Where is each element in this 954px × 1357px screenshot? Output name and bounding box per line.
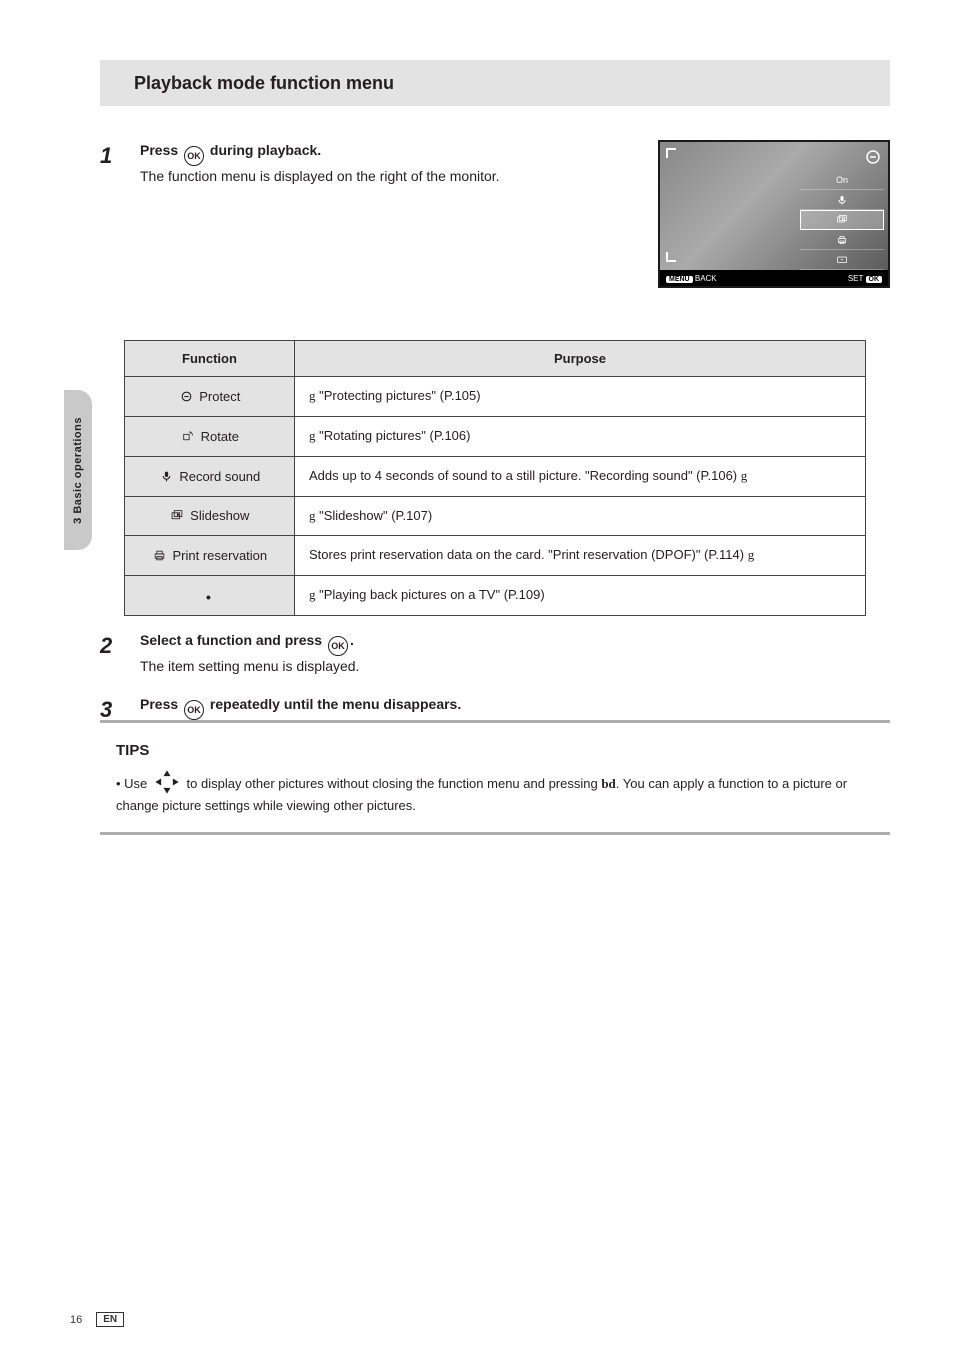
table-row: Protect g "Protecting pictures" (P.105) bbox=[125, 377, 866, 417]
table-header-row: Function Purpose bbox=[125, 341, 866, 377]
lang-badge: EN bbox=[96, 1312, 124, 1327]
screenshot-protect-top-icon bbox=[864, 148, 882, 166]
row-rotate-label: Rotate bbox=[125, 416, 295, 456]
screenshot-item-tv bbox=[800, 250, 884, 270]
ok-icon: OK bbox=[328, 636, 348, 656]
step-text: Press OK during playback. The function m… bbox=[140, 140, 620, 186]
page-footer: 16 EN bbox=[70, 1312, 124, 1327]
tv-icon: • bbox=[201, 589, 216, 602]
screenshot-item-protect: On bbox=[800, 170, 884, 190]
page-number: 16 bbox=[70, 1314, 82, 1326]
tips-title: TIPS bbox=[116, 739, 874, 762]
rotate-icon bbox=[180, 430, 195, 443]
screenshot-item-print bbox=[800, 230, 884, 250]
protect-icon bbox=[179, 390, 194, 403]
section-tab: 3 Basic operations bbox=[64, 390, 92, 550]
row-record-desc: Adds up to 4 seconds of sound to a still… bbox=[295, 456, 866, 496]
row-print-desc: Stores print reservation data on the car… bbox=[295, 536, 866, 576]
table-row: • g "Playing back pictures on a TV" (P.1… bbox=[125, 576, 866, 616]
row-tv-desc: g "Playing back pictures on a TV" (P.109… bbox=[295, 576, 866, 616]
table-row: Slideshow g "Slideshow" (P.107) bbox=[125, 496, 866, 536]
row-record-label: Record sound bbox=[125, 456, 295, 496]
row-protect-label: Protect bbox=[125, 377, 295, 417]
arrow-pad-icon bbox=[153, 768, 181, 796]
slideshow-icon bbox=[170, 509, 185, 522]
microphone-icon bbox=[159, 470, 174, 483]
section-title-band: Playback mode function menu bbox=[100, 60, 890, 106]
row-slideshow-desc: g "Slideshow" (P.107) bbox=[295, 496, 866, 536]
ok-icon: OK bbox=[184, 146, 204, 166]
step-text: Select a function and press OK. The item… bbox=[140, 630, 840, 676]
row-protect-desc: g "Protecting pictures" (P.105) bbox=[295, 377, 866, 417]
body: 1 Press OK during playback. The function… bbox=[100, 140, 890, 204]
page: 3 Basic operations Playback mode functio… bbox=[0, 0, 954, 1357]
print-icon bbox=[152, 549, 167, 562]
row-print-label: Print reservation bbox=[125, 536, 295, 576]
ok-icon: OK bbox=[184, 700, 204, 720]
screenshot-function-menu: On bbox=[800, 170, 884, 270]
camera-screenshot: On MENU BACK SET OK bbox=[658, 140, 890, 288]
tips-box: TIPS • Use to display other pictures wit… bbox=[100, 720, 890, 835]
screenshot-item-slideshow bbox=[800, 210, 884, 230]
step1-bold: Press OK during playback. bbox=[140, 142, 321, 158]
row-slideshow-label: Slideshow bbox=[125, 496, 295, 536]
header-purpose: Purpose bbox=[295, 341, 866, 377]
step-text: Press OK repeatedly until the menu disap… bbox=[140, 694, 840, 720]
tips-body: • Use to display other pictures without … bbox=[116, 768, 874, 816]
step-number: 2 bbox=[100, 630, 140, 662]
step-2: 2 Select a function and press OK. The it… bbox=[100, 630, 890, 676]
header-function: Function bbox=[125, 341, 295, 377]
screenshot-item-mic bbox=[800, 190, 884, 210]
row-tv-label: • bbox=[125, 576, 295, 616]
table-row: Print reservation Stores print reservati… bbox=[125, 536, 866, 576]
table-row: Rotate g "Rotating pictures" (P.106) bbox=[125, 416, 866, 456]
screenshot-bottom-bar: MENU BACK SET OK bbox=[660, 270, 888, 286]
function-table: Function Purpose Protect g "Protecting p… bbox=[124, 340, 866, 616]
row-rotate-desc: g "Rotating pictures" (P.106) bbox=[295, 416, 866, 456]
step-number: 1 bbox=[100, 140, 140, 172]
section-tab-label: 3 Basic operations bbox=[72, 417, 84, 524]
table-row: Record sound Adds up to 4 seconds of sou… bbox=[125, 456, 866, 496]
section-title: Playback mode function menu bbox=[134, 73, 394, 94]
